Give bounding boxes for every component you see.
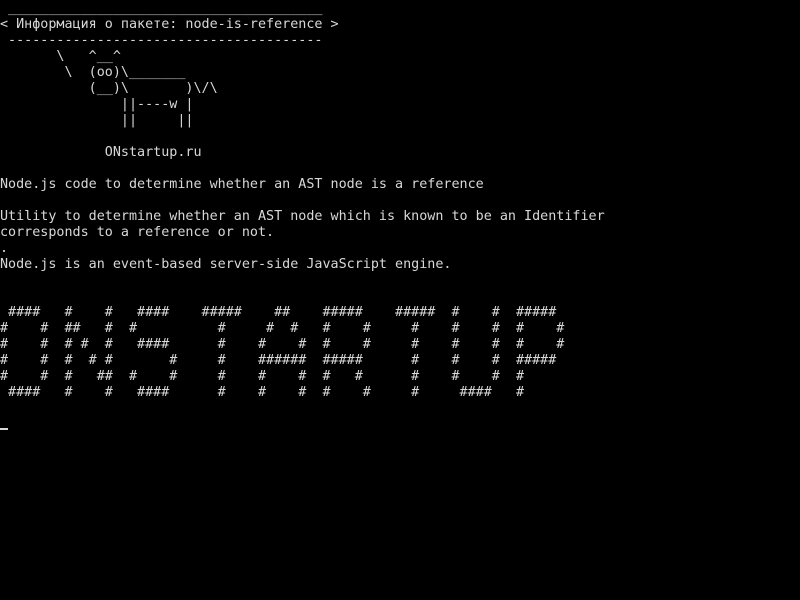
- ascii-banner-line: # # # ## # # # # # # # # # # #: [0, 369, 525, 384]
- ascii-cow-line: (__)\ )\/\: [0, 81, 218, 96]
- engine-description: Node.js is an event-based server-side Ja…: [0, 257, 452, 272]
- terminal-screen[interactable]: _______________________________________ …: [0, 0, 800, 600]
- text-cursor: [0, 428, 8, 430]
- ascii-cow-line: \ ^__^: [0, 49, 121, 64]
- ascii-banner-line: # # ## # # # # # # # # # # # #: [0, 321, 565, 336]
- ascii-banner-line: # # # # # #### # # # # # # # # # #: [0, 337, 565, 352]
- ascii-cow-line: ||----w |: [0, 97, 194, 112]
- site-name: ONstartup.ru: [0, 145, 202, 160]
- speech-bubble-bottom-border: ---------------------------------------: [0, 33, 323, 48]
- package-summary: Node.js code to determine whether an AST…: [0, 177, 484, 192]
- ascii-banner-line: #### # # #### ##### ## ##### ##### # # #…: [0, 305, 557, 320]
- speech-bubble-top-border: _______________________________________: [0, 1, 323, 16]
- ascii-cow-line: || ||: [0, 113, 194, 128]
- speech-bubble-title: < Информация о пакете: node-is-reference…: [0, 17, 339, 32]
- ascii-cow-line: \ (oo)\_______: [0, 65, 186, 80]
- package-description-line: corresponds to a reference or not.: [0, 225, 275, 240]
- package-description-line: Utility to determine whether an AST node…: [0, 209, 605, 224]
- ascii-banner-line: #### # # #### # # # # # # #### #: [0, 385, 525, 400]
- ascii-banner-line: # # # # # # # ###### ##### # # # #####: [0, 353, 557, 368]
- separator-dot: .: [0, 241, 9, 256]
